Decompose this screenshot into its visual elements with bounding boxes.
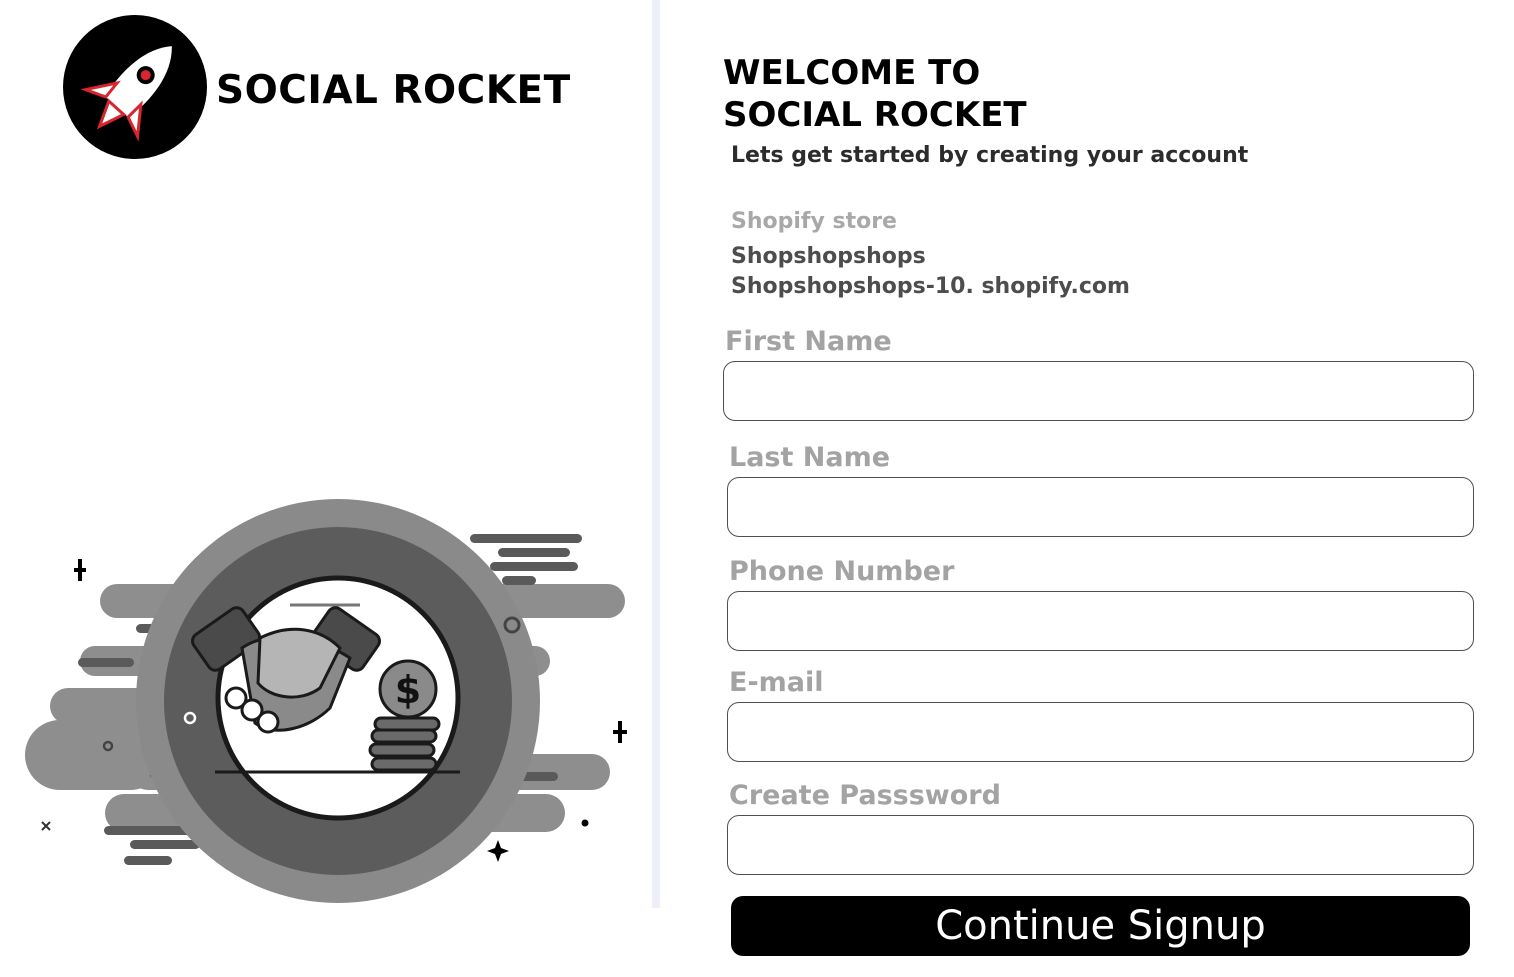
first-name-input[interactable] xyxy=(723,361,1474,421)
rocket-icon xyxy=(63,15,207,159)
handshake-money-illustration: $ xyxy=(25,499,627,903)
brand-header: SOCIAL ROCKET xyxy=(62,13,571,161)
welcome-heading: WELCOME TO SOCIAL ROCKET xyxy=(723,52,1027,136)
store-domain: Shopshopshops-10. shopify.com xyxy=(731,274,1130,299)
email-input[interactable] xyxy=(727,702,1474,762)
last-name-label: Last Name xyxy=(729,442,891,473)
welcome-line-1: WELCOME TO xyxy=(723,53,981,93)
email-label: E-mail xyxy=(729,667,824,698)
last-name-input[interactable] xyxy=(727,477,1474,537)
welcome-line-2: SOCIAL ROCKET xyxy=(723,95,1027,135)
continue-signup-button[interactable]: Continue Signup xyxy=(731,896,1470,956)
svg-text:$: $ xyxy=(395,668,421,712)
phone-number-input[interactable] xyxy=(727,591,1474,651)
subtitle: Lets get started by creating your accoun… xyxy=(731,143,1249,168)
first-name-label: First Name xyxy=(725,326,892,357)
password-input[interactable] xyxy=(727,815,1474,875)
phone-number-label: Phone Number xyxy=(729,556,955,587)
store-label: Shopify store xyxy=(731,209,897,234)
panel-divider xyxy=(652,0,660,908)
brand-name: SOCIAL ROCKET xyxy=(216,67,571,113)
password-label: Create Passsword xyxy=(729,780,1001,811)
store-name: Shopshopshops xyxy=(731,244,926,269)
